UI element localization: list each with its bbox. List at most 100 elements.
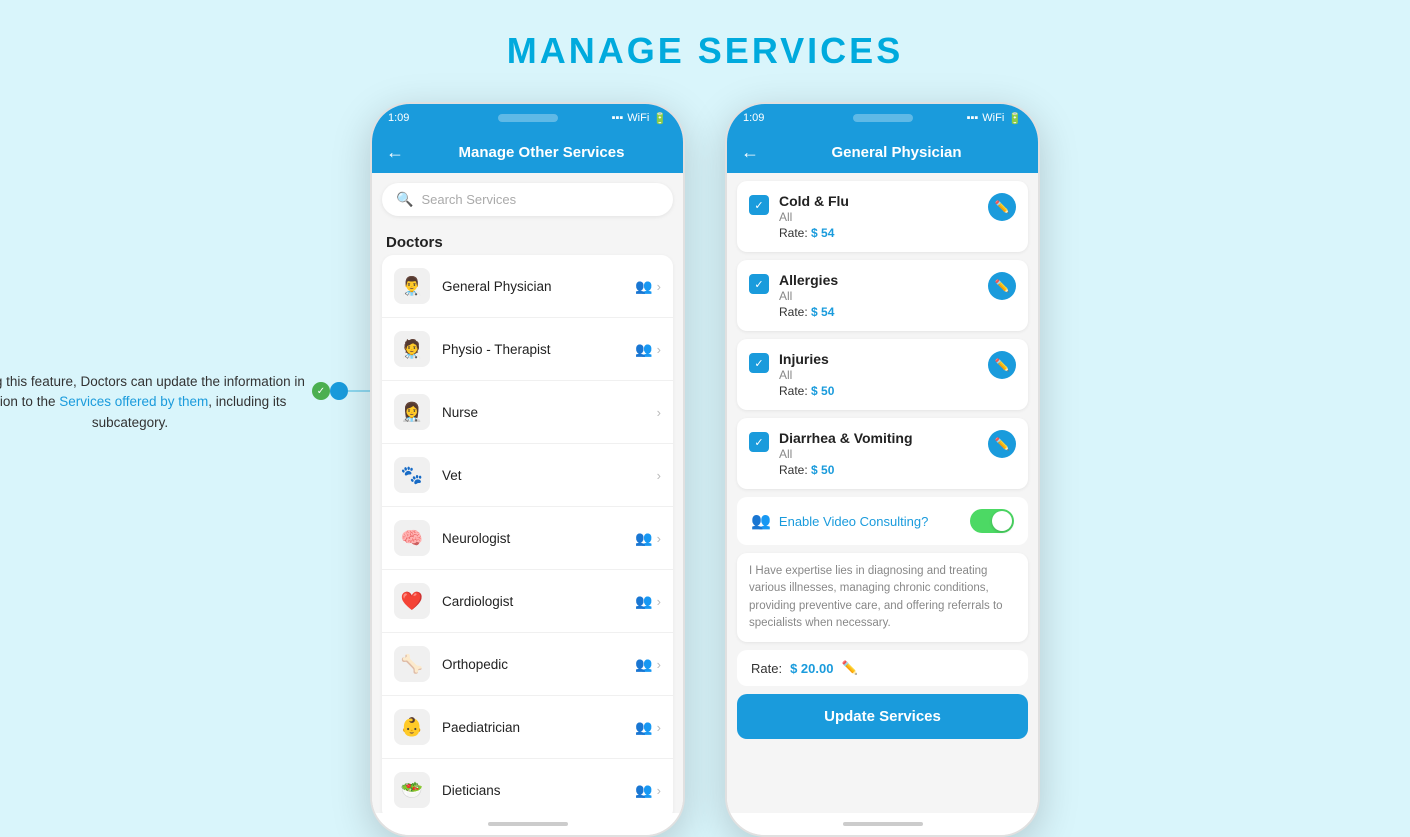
search-bar[interactable]: 🔍 Search Services — [382, 183, 673, 216]
phone2-time: 1:09 — [743, 112, 764, 124]
phone2-status-bar: 1:09 ▪▪▪ WiFi 🔋 — [727, 104, 1038, 132]
phone-1: 1:09 ▪▪▪ WiFi 🔋 ← Manage Other Services … — [370, 102, 685, 837]
chevron-right-icon: › — [657, 279, 661, 294]
people-icon: 👥 — [635, 719, 652, 736]
service-name: Diarrhea & Vomiting — [779, 430, 978, 446]
item-actions: › — [657, 468, 661, 483]
edit-button[interactable]: ✏️ — [988, 193, 1016, 221]
phone1-status-bar: 1:09 ▪▪▪ WiFi 🔋 — [372, 104, 683, 132]
list-item[interactable]: 🥗 Dieticians 👥 › — [382, 759, 673, 813]
phone2-back-button[interactable]: ← — [741, 142, 759, 163]
chevron-right-icon: › — [657, 342, 661, 357]
edit-button[interactable]: ✏️ — [988, 272, 1016, 300]
service-checkbox[interactable]: ✓ — [749, 353, 769, 373]
list-item[interactable]: 👶 Paediatrician 👥 › — [382, 696, 673, 759]
toggle-knob — [992, 511, 1012, 531]
people-icon: 👥 — [635, 593, 652, 610]
service-checkbox[interactable]: ✓ — [749, 274, 769, 294]
list-item[interactable]: ❤️ Cardiologist 👥 › — [382, 570, 673, 633]
phone2-content: ✓ Cold & Flu All Rate: $ 54 ✏️ ✓ Allergi… — [727, 173, 1038, 813]
people-icon: 👥 — [635, 782, 652, 799]
service-sub: All — [779, 447, 978, 461]
service-card-cold-flu: ✓ Cold & Flu All Rate: $ 54 ✏️ — [737, 181, 1028, 252]
item-actions: 👥 › — [635, 782, 661, 799]
rate-label: Rate: — [751, 661, 782, 676]
chevron-right-icon: › — [657, 657, 661, 672]
annotation-highlight: Services offered by them — [59, 394, 208, 409]
item-label: Dieticians — [442, 783, 623, 798]
phone1-content: 🔍 Search Services Doctors 👨‍⚕️ General P… — [372, 173, 683, 813]
service-info: Injuries All Rate: $ 50 — [779, 351, 978, 398]
item-actions: 👥 › — [635, 530, 661, 547]
service-checkbox[interactable]: ✓ — [749, 195, 769, 215]
item-label: Cardiologist — [442, 594, 623, 609]
physio-icon: 🧑‍⚕️ — [394, 331, 430, 367]
service-info: Diarrhea & Vomiting All Rate: $ 50 — [779, 430, 978, 477]
phone-2: 1:09 ▪▪▪ WiFi 🔋 ← General Physician ✓ Co… — [725, 102, 1040, 837]
item-actions: 👥 › — [635, 593, 661, 610]
edit-button[interactable]: ✏️ — [988, 351, 1016, 379]
neuro-icon: 🧠 — [394, 520, 430, 556]
service-card-diarrhea: ✓ Diarrhea & Vomiting All Rate: $ 50 ✏️ — [737, 418, 1028, 489]
service-name: Allergies — [779, 272, 978, 288]
paed-icon: 👶 — [394, 709, 430, 745]
service-checkbox[interactable]: ✓ — [749, 432, 769, 452]
vet-icon: 🐾 — [394, 457, 430, 493]
phone2-status-icons: ▪▪▪ WiFi 🔋 — [967, 112, 1022, 125]
chevron-right-icon: › — [657, 531, 661, 546]
service-sub: All — [779, 210, 978, 224]
item-label: Nurse — [442, 405, 645, 420]
item-actions: 👥 › — [635, 719, 661, 736]
video-label: Enable Video Consulting? — [779, 514, 962, 529]
list-item[interactable]: 🧠 Neurologist 👥 › — [382, 507, 673, 570]
edit-button[interactable]: ✏️ — [988, 430, 1016, 458]
dot-circle — [330, 382, 348, 400]
description-text: I Have expertise lies in diagnosing and … — [749, 563, 1016, 632]
list-item[interactable]: 🧑‍⚕️ Physio - Therapist 👥 › — [382, 318, 673, 381]
chevron-right-icon: › — [657, 468, 661, 483]
home-bar — [843, 822, 923, 826]
phone1-header: ← Manage Other Services — [372, 132, 683, 173]
item-label: Neurologist — [442, 531, 623, 546]
service-sub: All — [779, 368, 978, 382]
item-label: Vet — [442, 468, 645, 483]
people-icon: 👥 — [635, 341, 652, 358]
check-icon: ✓ — [312, 382, 330, 400]
item-actions: › — [657, 405, 661, 420]
phone2-bottom-bar — [727, 813, 1038, 835]
item-label: Physio - Therapist — [442, 342, 623, 357]
signal-icon: ▪▪▪ — [612, 112, 624, 124]
list-item[interactable]: 👨‍⚕️ General Physician 👥 › — [382, 255, 673, 318]
list-item[interactable]: 🦴 Orthopedic 👥 › — [382, 633, 673, 696]
video-consulting-toggle[interactable] — [970, 509, 1014, 533]
service-rate: Rate: $ 54 — [779, 226, 978, 240]
service-list: 👨‍⚕️ General Physician 👥 › 🧑‍⚕️ Physio -… — [382, 255, 673, 813]
battery-icon: 🔋 — [653, 112, 667, 125]
phone2-notch — [853, 114, 913, 122]
diet-icon: 🥗 — [394, 772, 430, 808]
item-actions: 👥 › — [635, 278, 661, 295]
item-actions: 👥 › — [635, 656, 661, 673]
chevron-right-icon: › — [657, 720, 661, 735]
phone1-header-title: Manage Other Services — [414, 144, 669, 161]
service-rate: Rate: $ 50 — [779, 463, 978, 477]
cardio-icon: ❤️ — [394, 583, 430, 619]
annotation-text: Utilizing this feature, Doctors can upda… — [0, 372, 310, 433]
home-bar — [488, 822, 568, 826]
video-consulting-row: 👥 Enable Video Consulting? — [737, 497, 1028, 545]
chevron-right-icon: › — [657, 405, 661, 420]
service-info: Cold & Flu All Rate: $ 54 — [779, 193, 978, 240]
item-label: General Physician — [442, 279, 623, 294]
list-item[interactable]: 🐾 Vet › — [382, 444, 673, 507]
rate-edit-icon[interactable]: ✏️ — [841, 660, 857, 676]
service-name: Injuries — [779, 351, 978, 367]
list-item[interactable]: 👩‍⚕️ Nurse › — [382, 381, 673, 444]
phone1-status-icons: ▪▪▪ WiFi 🔋 — [612, 112, 667, 125]
ortho-icon: 🦴 — [394, 646, 430, 682]
phone1-back-button[interactable]: ← — [386, 142, 404, 163]
search-input[interactable]: Search Services — [421, 192, 516, 207]
service-rate: Rate: $ 54 — [779, 305, 978, 319]
chevron-right-icon: › — [657, 783, 661, 798]
phone2-header: ← General Physician — [727, 132, 1038, 173]
update-services-button[interactable]: Update Services — [737, 694, 1028, 739]
